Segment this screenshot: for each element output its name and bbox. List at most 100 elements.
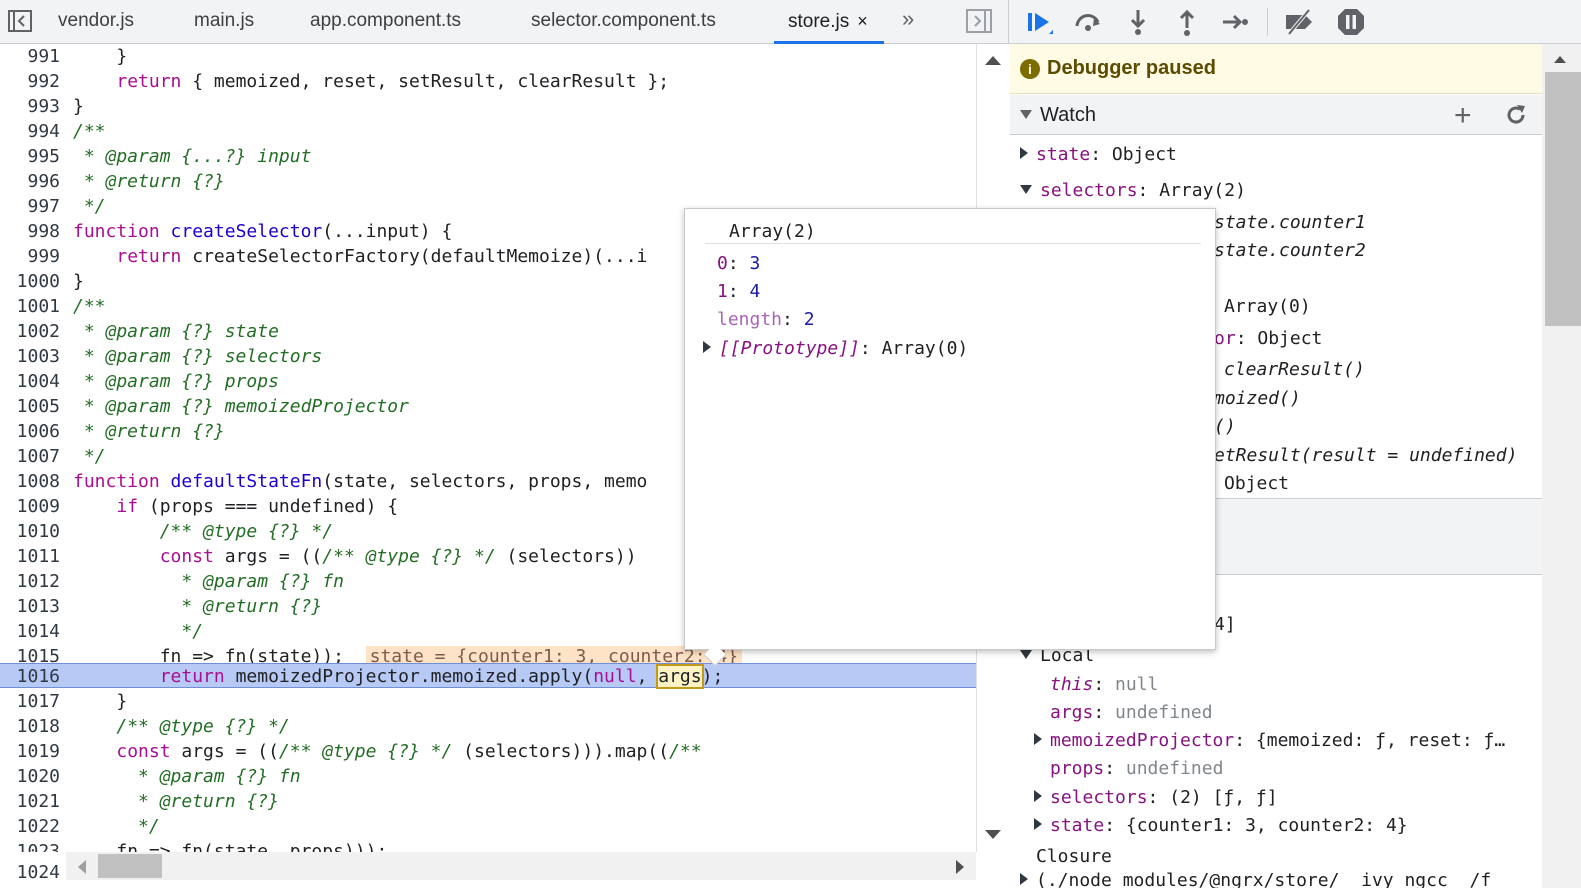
sidebar-scrollbar[interactable] [1542,44,1581,888]
item-key: [[Prototype]] [719,338,860,359]
line-number: 1003 [16,346,60,367]
keyword: return [159,666,225,687]
code-line: 994 /** [0,119,976,144]
watch-item-selectors[interactable]: selectors: Array(2) [1020,180,1246,202]
toggle-navigator-icon[interactable] [8,10,32,32]
watch-subitem: state.counter2 [1214,240,1366,261]
code-comment: */ [170,621,204,642]
variable-value: undefined [1125,758,1224,779]
line-number: 998 [27,221,60,242]
keyword: const [159,546,214,567]
step-out-icon[interactable] [1171,6,1203,38]
code-text: if (props === undefined) { [73,494,398,519]
scope-variable[interactable]: state: {counter1: 3, counter2: 4} [1034,815,1408,837]
scope-variable[interactable]: selectors: (2) [ƒ, ƒ] [1034,787,1278,809]
watch-subitem: Array(0) [1224,296,1311,317]
line-number: 1024 [16,862,60,883]
code-comment: * @param {?} selectors [73,346,323,367]
watch-item-state[interactable]: state: Object [1020,144,1177,166]
scrollbar-thumb[interactable] [98,854,162,878]
code-text: } [73,46,128,67]
line-number: 1001 [16,296,60,317]
code-line: 1024 [0,860,66,885]
closure-path[interactable]: (./node_modules/@ngrx/store/__ivy_ngcc__… [1020,870,1491,888]
tab-label: store.js [788,11,850,32]
code-comment: * @param {...?} input [73,146,312,167]
scope-closure-header[interactable]: Closure [1036,846,1112,868]
expand-arrow-icon [1020,873,1028,885]
hovered-variable[interactable]: args [656,664,704,689]
watch-title: Watch [1040,104,1096,126]
scope-variable[interactable]: args: undefined [1050,702,1213,724]
watch-section-header[interactable]: Watch + [1010,95,1542,135]
deactivate-breakpoints-icon[interactable] [1283,6,1315,38]
code-comment: /** @type {?} */ [159,521,334,542]
pause-on-exceptions-icon[interactable] [1335,6,1367,38]
resume-icon[interactable] [1023,6,1055,38]
step-into-icon[interactable] [1122,6,1154,38]
current-execution-line: 1016 return memoizedProjector.memoized.a… [0,663,976,689]
code-text: return { memoized, reset, setResult, cle… [73,69,669,94]
line-number: 1013 [16,596,60,617]
scroll-up-arrow-icon[interactable] [985,56,1001,65]
tab-label: app.component.ts [310,10,462,31]
editor-horizontal-scrollbar[interactable] [66,852,976,880]
expand-arrow-icon [1034,818,1042,830]
tab-app-component-ts[interactable]: app.component.ts [310,0,461,44]
code-line: 995 * @param {...?} input [0,144,976,169]
more-tabs-icon[interactable]: » [902,6,914,32]
code-text: /** @type {?} */ [73,519,333,544]
code-text: * @param {?} fn [73,764,301,789]
scroll-right-arrow-icon[interactable] [956,860,964,874]
scroll-up-arrow-icon[interactable] [1554,56,1566,63]
add-watch-icon[interactable]: + [1454,99,1472,133]
line-number: 1009 [16,496,60,517]
function-name: defaultStateFn [170,471,323,492]
watch-subitem: state.counter1 [1214,212,1366,233]
closure-path-text: (./node_modules/@ngrx/store/__ivy_ngcc__… [1036,870,1492,888]
scroll-down-arrow-icon[interactable] [985,830,1001,839]
step-icon[interactable] [1219,6,1251,38]
code-fragment: args = (( [170,741,279,762]
tab-selector-component-ts[interactable]: selector.component.ts [531,0,716,44]
line-number: 1007 [16,446,60,467]
watch-subitem: clearResult() [1224,359,1365,380]
info-icon: i [1020,59,1040,79]
code-comment: /** @type {?} */ [322,546,496,567]
watch-value: Object [1257,328,1323,349]
line-number: 1005 [16,396,60,417]
code-comment: * @return {?} [73,421,225,442]
line-number: 996 [27,171,60,192]
code-fragment: , [636,666,659,687]
step-over-icon[interactable] [1072,6,1104,38]
code-comment: */ [73,446,106,467]
expand-arrow-icon [1020,147,1028,159]
line-number: 1023 [16,841,60,852]
scope-variable[interactable]: props: undefined [1050,758,1223,780]
keyword: return [116,246,182,267]
watch-key: state [1036,144,1091,165]
close-tab-icon[interactable]: × [857,11,868,31]
keyword: const [116,741,171,762]
line-number: 1000 [16,271,60,292]
scroll-left-arrow-icon[interactable] [78,860,86,874]
keyword: function [73,471,160,492]
scope-variable[interactable]: this: null [1050,674,1158,696]
code-fragment: args = (( [213,546,323,567]
toggle-debugger-icon[interactable] [966,9,992,33]
tab-vendor-js[interactable]: vendor.js [58,0,134,44]
code-comment: */ [73,196,106,217]
code-text: return createSelectorFactory(defaultMemo… [73,244,647,269]
popover-prototype-item[interactable]: [[Prototype]]: Array(0) [703,338,968,359]
variable-value: (2) [ƒ, ƒ] [1169,787,1278,808]
scope-variable[interactable]: memoizedProjector: {memoized: ƒ, reset: … [1034,730,1505,752]
watch-subitem: moized() [1214,388,1301,409]
tab-store-js[interactable]: store.js × [774,0,884,44]
line-number: 995 [27,146,60,167]
line-number: 994 [27,121,60,142]
tab-main-js[interactable]: main.js [194,0,254,44]
code-text: const args = ((/** @type {?} */ (selecto… [73,544,637,569]
code-fragment: (...input) { [322,221,453,242]
scrollbar-thumb[interactable] [1545,72,1581,326]
refresh-icon[interactable] [1504,103,1528,127]
